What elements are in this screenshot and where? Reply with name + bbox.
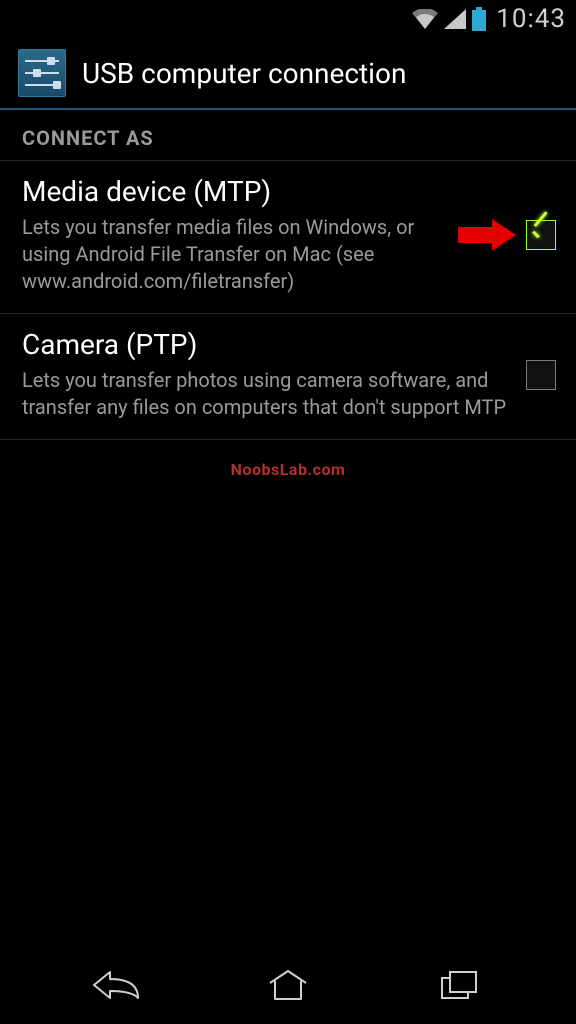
recent-apps-button[interactable]	[420, 961, 500, 1009]
watermark: NoobsLab.com	[231, 460, 346, 479]
status-bar: 10:43	[0, 0, 576, 38]
page-title: USB computer connection	[82, 57, 406, 90]
option-desc: Lets you transfer media files on Windows…	[22, 214, 448, 295]
option-ptp[interactable]: Camera (PTP) Lets you transfer photos us…	[0, 314, 576, 440]
battery-icon	[472, 7, 486, 31]
option-title: Media device (MTP)	[22, 175, 448, 208]
arrow-annotation-icon	[458, 219, 516, 251]
option-title: Camera (PTP)	[22, 328, 516, 361]
nav-bar	[0, 946, 576, 1024]
option-ptp-checkbox[interactable]	[526, 360, 556, 390]
option-desc: Lets you transfer photos using camera so…	[22, 367, 516, 421]
wifi-icon	[412, 9, 438, 29]
settings-sliders-icon	[18, 49, 66, 97]
back-button[interactable]	[76, 961, 156, 1009]
home-button[interactable]	[248, 961, 328, 1009]
option-mtp[interactable]: Media device (MTP) Lets you transfer med…	[0, 161, 576, 314]
signal-icon	[444, 9, 466, 29]
status-time: 10:43	[496, 4, 566, 34]
app-bar: USB computer connection	[0, 38, 576, 110]
option-mtp-checkbox[interactable]	[526, 220, 556, 250]
section-header: CONNECT AS	[0, 110, 576, 161]
